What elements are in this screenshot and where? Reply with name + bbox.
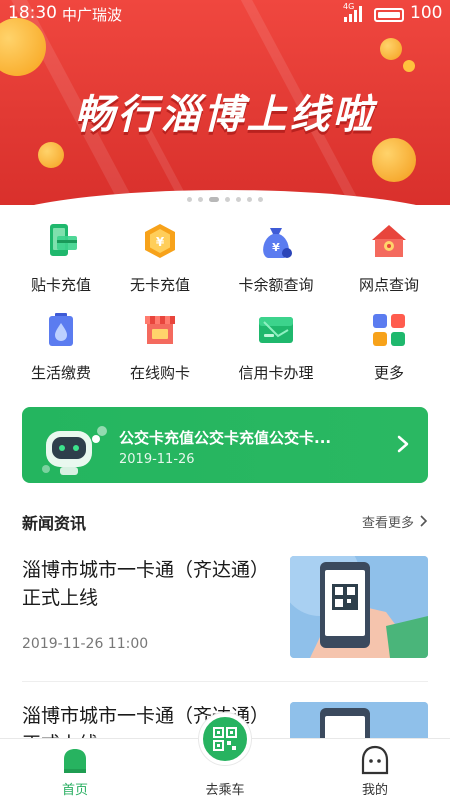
home-icon	[64, 749, 86, 773]
pager-dot	[225, 197, 230, 202]
pager-dot	[198, 197, 203, 202]
pager-dot	[258, 197, 263, 202]
pager-dot	[236, 197, 241, 202]
banner-title: 畅行淄博上线啦	[74, 92, 376, 138]
grid-item-label: 无卡充值	[129, 276, 190, 294]
banner-coin-decoration	[38, 142, 64, 168]
grid-item-label: 更多	[373, 364, 404, 382]
nav-home[interactable]: 首页	[0, 739, 150, 800]
pager-dot	[247, 197, 252, 202]
grid-item-label: 在线购卡	[129, 364, 190, 382]
news-heading: 新闻资讯	[22, 514, 87, 533]
pager-dot-active	[209, 197, 219, 202]
svg-text:¥: ¥	[156, 235, 165, 249]
status-bar: 18:30 中广瑞波 4G 100	[0, 0, 450, 28]
pager-dot	[187, 197, 192, 202]
grid-item-utility-payment[interactable]: 生活缴费	[5, 310, 117, 383]
ride-button[interactable]	[199, 713, 251, 765]
water-drop-bill-icon	[49, 313, 73, 346]
grid-item-label: 贴卡充值	[30, 276, 91, 294]
yuan-badge-icon: ¥	[145, 224, 175, 258]
location-house-icon	[372, 225, 406, 257]
banner-pager	[0, 197, 450, 202]
news-header: 新闻资讯 查看更多	[22, 510, 428, 534]
promo-card-title: 公交卡充值公交卡充值公交卡...	[119, 429, 332, 447]
news-thumbnail	[290, 556, 428, 658]
nav-mine[interactable]: 我的	[300, 739, 450, 800]
nav-label: 去乘车	[205, 783, 245, 798]
battery-level: 100	[410, 3, 443, 23]
top-banner[interactable]: 畅行淄博上线啦	[0, 0, 450, 205]
grid-item-credit-card[interactable]: 信用卡办理	[220, 310, 332, 383]
profile-face-icon	[361, 745, 389, 775]
phone-qr-illustration-icon	[290, 556, 428, 658]
status-time: 18:30	[8, 3, 57, 23]
grid-item-cardless-recharge[interactable]: ¥ 无卡充值	[104, 222, 216, 295]
news-item-date: 2019-11-26 11:00	[22, 636, 149, 652]
news-divider	[22, 681, 428, 682]
grid-item-more[interactable]: 更多	[333, 310, 445, 383]
bottom-nav: 首页 去乘车 我的	[0, 713, 450, 800]
banner-coin-decoration	[380, 38, 402, 60]
shop-icon	[145, 316, 175, 344]
robot-mascot-icon	[42, 426, 107, 475]
news-item[interactable]: 淄博市城市一卡通（齐达通）正式上线 2019-11-26 11:00	[22, 556, 428, 660]
money-bag-icon: ¥	[263, 228, 292, 258]
svg-text:¥: ¥	[272, 241, 280, 254]
grid-item-outlet-query[interactable]: 网点查询	[333, 222, 445, 295]
news-item-title: 淄博市城市一卡通（齐达通）正式上线	[22, 559, 270, 609]
grid-item-online-card-purchase[interactable]: 在线购卡	[104, 310, 216, 383]
nav-label: 我的	[361, 783, 388, 798]
grid-item-balance-query[interactable]: ¥ 卡余额查询	[220, 222, 332, 295]
grid-item-label: 卡余额查询	[238, 276, 314, 294]
promo-card-date: 2019-11-26	[119, 452, 195, 467]
chevron-right-icon[interactable]	[419, 514, 428, 528]
grid-item-label: 网点查询	[358, 276, 419, 294]
credit-card-icon	[259, 317, 293, 343]
qr-code-icon	[213, 727, 237, 751]
banner-coin-decoration	[372, 138, 416, 182]
chevron-right-icon	[397, 435, 409, 453]
nav-ride[interactable]: 去乘车	[150, 713, 300, 800]
grid-item-label: 信用卡办理	[238, 364, 314, 382]
banner-coin-decoration	[403, 60, 415, 72]
status-carrier: 中广瑞波	[62, 6, 123, 24]
more-apps-icon	[373, 314, 405, 346]
battery-icon	[374, 8, 404, 22]
promo-card[interactable]: 公交卡充值公交卡充值公交卡... 2019-11-26	[22, 407, 428, 483]
phone-card-icon	[50, 224, 77, 256]
grid-item-label: 生活缴费	[30, 364, 91, 382]
grid-item-card-recharge[interactable]: 贴卡充值	[5, 222, 117, 295]
signal-icon	[344, 6, 362, 22]
nav-label: 首页	[61, 783, 88, 798]
view-more-link[interactable]: 查看更多	[362, 512, 414, 531]
